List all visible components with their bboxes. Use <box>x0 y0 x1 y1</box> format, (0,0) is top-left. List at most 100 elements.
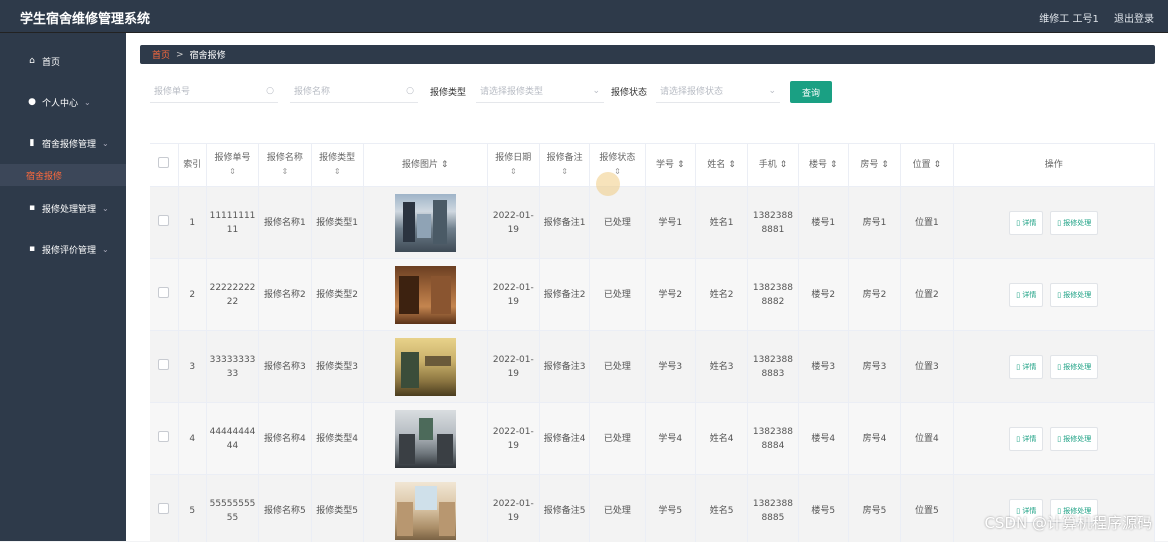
detail-button[interactable]: ▯ 详情 <box>1009 283 1043 307</box>
cell-phone: 13823888883 <box>748 331 798 403</box>
sidebar-item-repair-evaluation[interactable]: ▪ 报修评价管理 ⌄ <box>0 238 126 260</box>
cell-repair-date: 2022-01-19 <box>487 331 539 403</box>
col-header[interactable]: 报修类型⇕ <box>311 144 363 187</box>
cell-position: 位置1 <box>901 187 953 259</box>
sidebar-item-home[interactable]: ⌂ 首页 <box>0 50 126 72</box>
sidebar-item-repair-processing[interactable]: ▪ 报修处理管理 ⌄ <box>0 197 126 219</box>
current-user[interactable]: 维修工 工号1 <box>1039 14 1099 25</box>
sort-icon: ⇕ <box>314 165 361 179</box>
app-title: 学生宿舍维修管理系统 <box>20 8 150 27</box>
process-button[interactable]: ▯ 报修处理 <box>1050 283 1098 307</box>
top-bar: 学生宿舍维修管理系统 维修工 工号1 退出登录 <box>0 0 1168 33</box>
sidebar-item-label: 宿舍报修管理 <box>42 137 96 150</box>
query-button[interactable]: 查询 <box>790 81 832 103</box>
col-header: 操作 <box>953 144 1154 187</box>
sidebar-item-dorm-repair[interactable]: 宿舍报修 <box>0 164 126 186</box>
col-header[interactable]: 手机 ⇕ <box>748 144 798 187</box>
cell-position: 位置4 <box>901 403 953 475</box>
chevron-down-icon: ⌄ <box>84 98 91 107</box>
cell-building: 楼号4 <box>798 403 848 475</box>
cell-repair-type: 报修类型3 <box>311 331 363 403</box>
repair-photo <box>395 266 456 324</box>
sidebar-item-repair-management[interactable]: ▮ 宿舍报修管理 ⌄ <box>0 132 126 154</box>
process-button[interactable]: ▯ 报修处理 <box>1050 211 1098 235</box>
repair-table: 索引 报修单号⇕ 报修名称⇕ 报修类型⇕ 报修图片 ⇕ 报修日期⇕ 报修备注⇕ … <box>150 143 1155 542</box>
cell-building: 楼号5 <box>798 475 848 542</box>
chevron-down-icon: ⌄ <box>768 86 776 96</box>
cell-repair-no: 1111111111 <box>206 187 258 259</box>
table-row: 1 1111111111 报修名称1 报修类型1 2022-01-19 报修备注… <box>150 187 1155 259</box>
cell-actions: ▯ 详情 ▯ 报修处理 <box>953 403 1154 475</box>
cell-repair-status: 已处理 <box>590 187 645 259</box>
col-header[interactable]: 报修备注⇕ <box>539 144 589 187</box>
table-row: 4 4444444444 报修名称4 报修类型4 2022-01-19 报修备注… <box>150 403 1155 475</box>
logout-link[interactable]: 退出登录 <box>1114 14 1154 25</box>
header-actions: 维修工 工号1 退出登录 <box>1027 10 1154 25</box>
row-checkbox[interactable] <box>150 475 178 542</box>
type-label: 报修类型 <box>430 85 466 98</box>
cell-phone: 13823888882 <box>748 259 798 331</box>
repair-type-select[interactable]: 请选择报修类型 ⌄ <box>476 79 604 103</box>
col-header[interactable]: 报修图片 ⇕ <box>363 144 487 187</box>
process-button[interactable]: ▯ 报修处理 <box>1050 427 1098 451</box>
cell-room: 房号5 <box>848 475 900 542</box>
cell-repair-note: 报修备注5 <box>539 475 589 542</box>
sort-icon: ⇕ <box>209 165 256 179</box>
sidebar-item-label: 首页 <box>42 55 60 68</box>
cell-actions: ▯ 详情 ▯ 报修处理 <box>953 331 1154 403</box>
detail-button[interactable]: ▯ 详情 <box>1009 355 1043 379</box>
col-header[interactable]: 房号 ⇕ <box>848 144 900 187</box>
watermark: CSDN @计算机程序源码 <box>984 512 1152 533</box>
status-label: 报修状态 <box>611 85 647 98</box>
cell-index: 5 <box>178 475 206 542</box>
cell-phone: 13823888884 <box>748 403 798 475</box>
search-icon: ○ <box>266 86 274 96</box>
col-header[interactable]: 楼号 ⇕ <box>798 144 848 187</box>
col-header[interactable]: 学号 ⇕ <box>645 144 695 187</box>
table-header-row: 索引 报修单号⇕ 报修名称⇕ 报修类型⇕ 报修图片 ⇕ 报修日期⇕ 报修备注⇕ … <box>150 144 1155 187</box>
breadcrumb-home[interactable]: 首页 <box>152 48 170 61</box>
col-header[interactable]: 姓名 ⇕ <box>695 144 747 187</box>
col-header[interactable]: 位置 ⇕ <box>901 144 953 187</box>
cell-repair-name: 报修名称5 <box>259 475 311 542</box>
process-button[interactable]: ▯ 报修处理 <box>1050 355 1098 379</box>
col-header[interactable]: 报修日期⇕ <box>487 144 539 187</box>
cell-repair-type: 报修类型5 <box>311 475 363 542</box>
sort-icon: ⇕ <box>677 160 685 170</box>
cell-building: 楼号3 <box>798 331 848 403</box>
cell-room: 房号4 <box>848 403 900 475</box>
cell-repair-name: 报修名称1 <box>259 187 311 259</box>
repair-status-select[interactable]: 请选择报修状态 ⌄ <box>656 79 780 103</box>
col-header[interactable]: 报修名称⇕ <box>259 144 311 187</box>
cell-repair-date: 2022-01-19 <box>487 403 539 475</box>
row-checkbox[interactable] <box>150 259 178 331</box>
cell-phone: 13823888885 <box>748 475 798 542</box>
sort-icon: ⇕ <box>881 160 889 170</box>
row-checkbox[interactable] <box>150 331 178 403</box>
sort-icon: ⇕ <box>780 160 788 170</box>
row-checkbox[interactable] <box>150 403 178 475</box>
cell-repair-image <box>363 475 487 542</box>
detail-button[interactable]: ▯ 详情 <box>1009 427 1043 451</box>
sidebar: ⌂ 首页 ● 个人中心 ⌄ ▮ 宿舍报修管理 ⌄ 宿舍报修 ▪ 报修处理管理 ⌄… <box>0 33 126 541</box>
breadcrumb-current: 宿舍报修 <box>190 48 226 61</box>
cell-repair-date: 2022-01-19 <box>487 475 539 542</box>
chevron-down-icon: ⌄ <box>592 86 600 96</box>
repair-photo <box>395 194 456 252</box>
col-header[interactable]: 报修单号⇕ <box>206 144 258 187</box>
cell-repair-no: 5555555555 <box>206 475 258 542</box>
sort-icon: ⇕ <box>830 160 838 170</box>
cell-repair-status: 已处理 <box>590 403 645 475</box>
cell-student-name: 姓名2 <box>695 259 747 331</box>
repair-name-input[interactable]: 报修名称 ○ <box>290 79 418 103</box>
repair-no-input[interactable]: 报修单号 ○ <box>150 79 278 103</box>
detail-button[interactable]: ▯ 详情 <box>1009 211 1043 235</box>
cell-student-name: 姓名3 <box>695 331 747 403</box>
cell-phone: 13823888881 <box>748 187 798 259</box>
row-checkbox[interactable] <box>150 187 178 259</box>
cell-repair-note: 报修备注4 <box>539 403 589 475</box>
cell-repair-no: 2222222222 <box>206 259 258 331</box>
select-all-checkbox[interactable] <box>150 144 178 187</box>
main-content: 首页 > 宿舍报修 报修单号 ○ 报修名称 ○ 报修类型 请选择报修类型 ⌄ 报… <box>126 33 1168 541</box>
sidebar-item-profile[interactable]: ● 个人中心 ⌄ <box>0 91 126 113</box>
